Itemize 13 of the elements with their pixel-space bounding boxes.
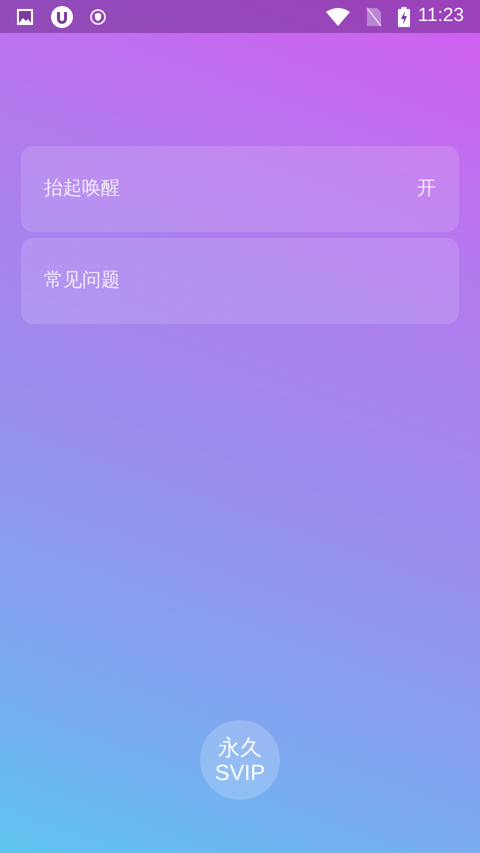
setting-row[interactable]: 抬起唤醒 开 bbox=[21, 146, 459, 232]
clock-time: 11:23 bbox=[418, 4, 464, 28]
wifi-icon bbox=[326, 8, 350, 26]
battery-charging-icon bbox=[398, 6, 410, 26]
no-sim-icon bbox=[366, 6, 382, 26]
shield-icon bbox=[90, 8, 106, 24]
setting-label: 抬起唤醒 bbox=[44, 176, 120, 201]
image-icon bbox=[16, 8, 34, 26]
setting-label: 常见问题 bbox=[44, 268, 120, 293]
app-icon bbox=[50, 4, 74, 28]
setting-row[interactable]: 常见问题 bbox=[21, 238, 459, 324]
svip-button[interactable]: 永久 SVIP bbox=[200, 720, 280, 800]
setting-value: 开 bbox=[417, 176, 436, 201]
